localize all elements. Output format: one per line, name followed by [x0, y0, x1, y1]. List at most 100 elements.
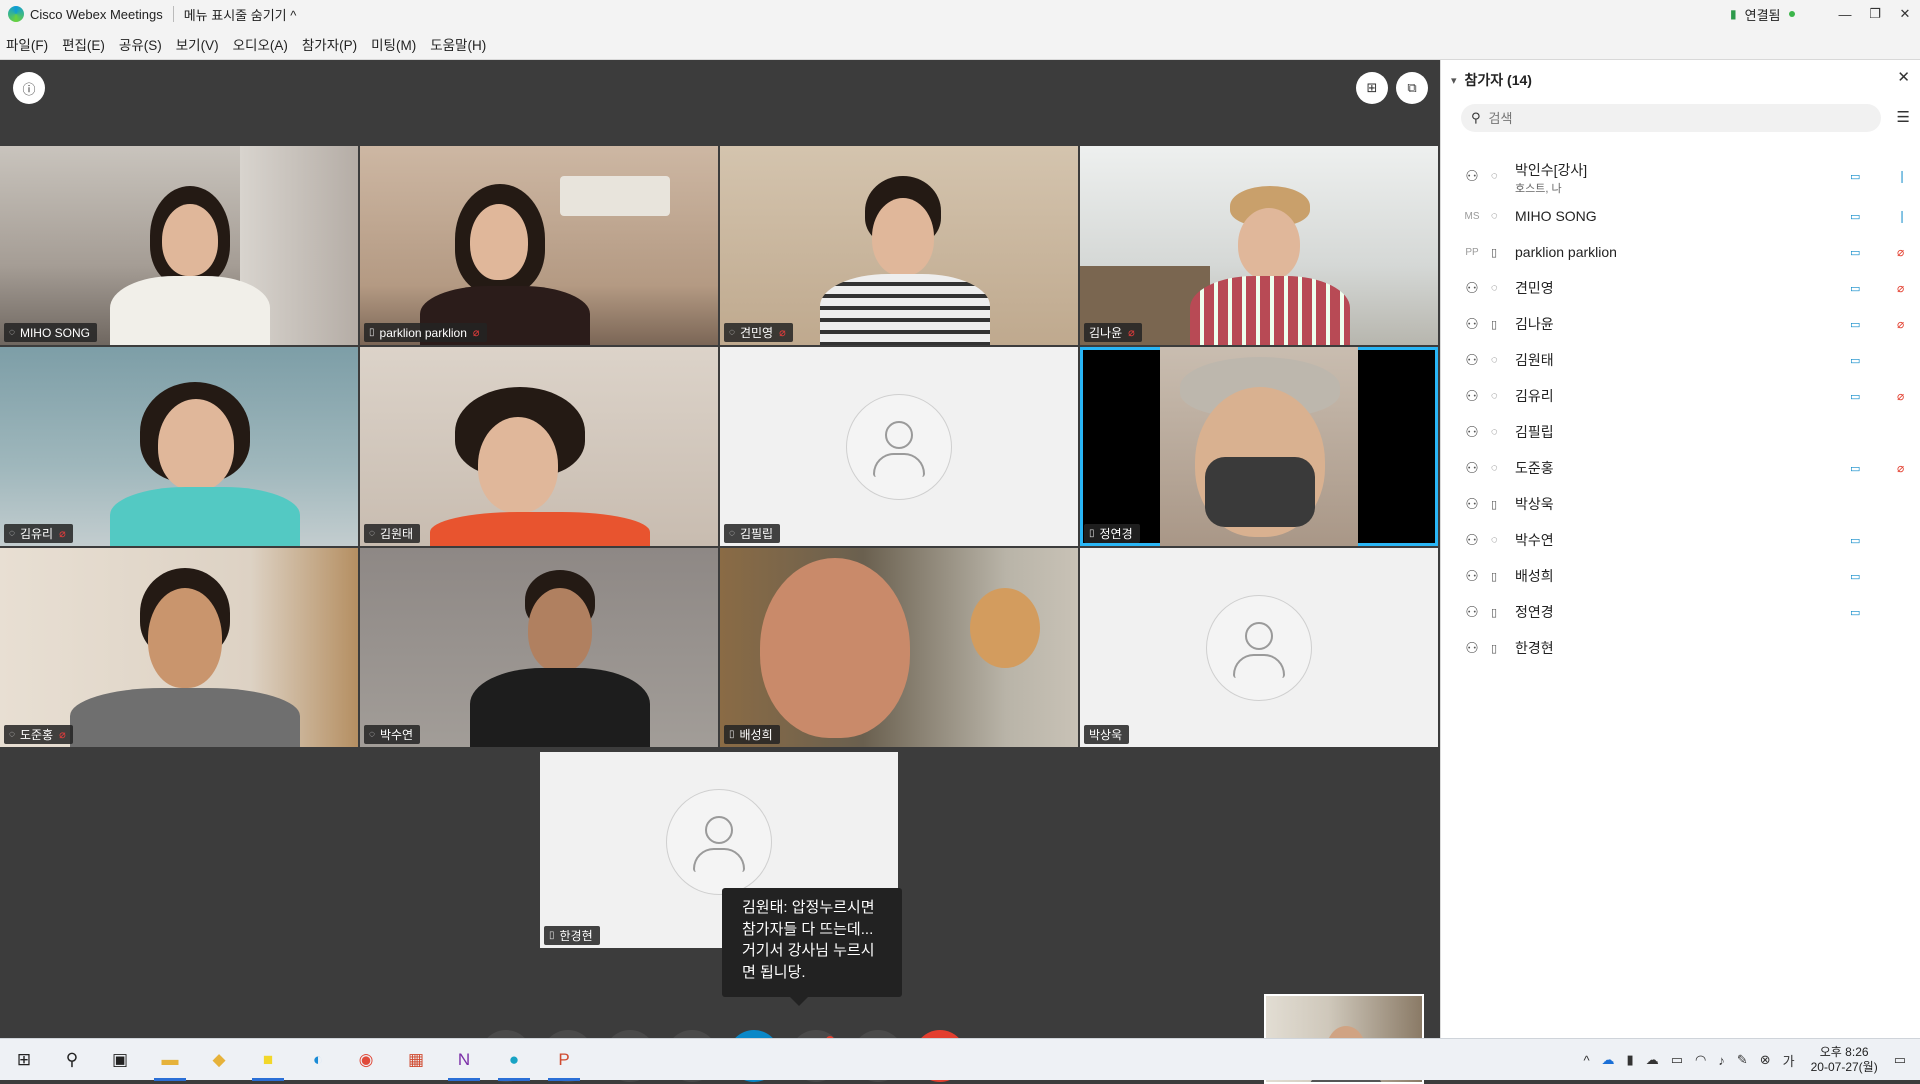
- onenote-icon[interactable]: N: [440, 1039, 488, 1081]
- sticky-notes-icon[interactable]: ■: [244, 1039, 292, 1081]
- sort-icon[interactable]: ☰: [1897, 108, 1910, 126]
- participant-row[interactable]: ⚇ ◌ 박수연 ▭: [1441, 522, 1920, 558]
- wifi-icon[interactable]: ◠: [1695, 1052, 1706, 1068]
- video-tile[interactable]: ▯ parklion parklion ⌀: [360, 146, 718, 345]
- notification-icon[interactable]: ▭: [1894, 1052, 1906, 1068]
- office-app-icon[interactable]: ▦: [392, 1039, 440, 1081]
- volume-icon[interactable]: ♪: [1718, 1053, 1725, 1068]
- participant-name: 박상욱: [1515, 496, 1554, 512]
- popout-icon[interactable]: ⧉: [1396, 72, 1428, 104]
- participant-row[interactable]: ⚇ ▯ 정연경 ▭: [1441, 594, 1920, 630]
- mic-status-icon: ▮: [1730, 7, 1737, 21]
- grid-layout-icon[interactable]: ⊞: [1356, 72, 1388, 104]
- close-window-button[interactable]: ✕: [1890, 0, 1920, 28]
- task-view-icon[interactable]: ▣: [96, 1039, 144, 1081]
- video-tile[interactable]: ◌ 견민영 ⌀: [720, 146, 1078, 345]
- video-tile[interactable]: 박상욱: [1080, 548, 1438, 747]
- search-input[interactable]: [1488, 110, 1849, 126]
- muted-mic-icon[interactable]: ⌀: [1897, 317, 1904, 331]
- menu-participant[interactable]: 참가자(P): [302, 34, 357, 54]
- hide-menu-toggle[interactable]: 메뉴 표시줄 숨기기 ^: [184, 5, 297, 24]
- participant-row[interactable]: ⚇ ▯ 박상욱: [1441, 486, 1920, 522]
- minimize-button[interactable]: —: [1830, 0, 1860, 28]
- powerpoint-icon[interactable]: P: [540, 1039, 588, 1081]
- menu-audio[interactable]: 오디오(A): [233, 34, 288, 54]
- connection-status[interactable]: ▮ 연결됨: [1730, 0, 1795, 28]
- participant-row[interactable]: ⚇ ▯ 한경현: [1441, 630, 1920, 666]
- video-icon: ▭: [1850, 534, 1861, 547]
- video-tile[interactable]: ◌ 도준홍 ⌀: [0, 548, 358, 747]
- close-circle-icon[interactable]: ⊗: [1760, 1052, 1771, 1068]
- video-tile[interactable]: ◌ 김원태: [360, 347, 718, 546]
- start-icon[interactable]: ⊞: [0, 1039, 48, 1081]
- notes-app-icon[interactable]: ◆: [195, 1039, 243, 1081]
- edge-browser-icon[interactable]: ◐: [294, 1039, 342, 1081]
- phone-icon: ▯: [1089, 528, 1095, 539]
- video-tile[interactable]: ▯ 배성희: [720, 548, 1078, 747]
- app-title: Cisco Webex Meetings: [30, 6, 163, 22]
- muted-mic-icon[interactable]: ⌀: [1897, 281, 1904, 295]
- onedrive-icon[interactable]: ☁: [1602, 1052, 1615, 1068]
- mic-icon[interactable]: ❘: [1897, 209, 1907, 223]
- headset-icon: ◌: [1491, 354, 1498, 366]
- participant-row[interactable]: ⚇ ◌ 김유리 ▭ ⌀: [1441, 378, 1920, 414]
- video-tile[interactable]: ◌ 박수연: [360, 548, 718, 747]
- webex-taskbar-icon[interactable]: ●: [490, 1039, 538, 1081]
- participant-row[interactable]: PP ▯ parklion parklion ▭ ⌀: [1441, 234, 1920, 270]
- video-tile[interactable]: ◌ 김필립: [720, 347, 1078, 546]
- participant-row[interactable]: ⚇ ▯ 김나윤 ▭ ⌀: [1441, 306, 1920, 342]
- cloud-icon[interactable]: ☁: [1646, 1052, 1659, 1068]
- file-explorer-icon[interactable]: ▬: [146, 1039, 194, 1081]
- participant-row[interactable]: MS ◌ MIHO SONG ▭ ❘: [1441, 198, 1920, 234]
- video-tile[interactable]: ◌ 김유리 ⌀: [0, 347, 358, 546]
- search-taskbar-icon[interactable]: ⚲: [48, 1039, 96, 1081]
- person-icon: ⚇: [1465, 352, 1479, 369]
- connection-label: 연결됨: [1744, 7, 1781, 23]
- tile-name-tag: ◌ 박수연: [364, 725, 421, 744]
- participant-name: 김유리: [1515, 388, 1554, 404]
- menu-view[interactable]: 보기(V): [176, 34, 219, 54]
- participant-row[interactable]: ⚇ ◌ 김필립: [1441, 414, 1920, 450]
- system-tray: ^ ☁ ▮ ☁ ▭ ◠ ♪ ✎ ⊗ 가 오후 8:26 20-07-27(월) …: [1577, 1039, 1920, 1081]
- participant-row[interactable]: ⚇ ◌ 김원태 ▭: [1441, 342, 1920, 378]
- tile-name: MIHO SONG: [19, 325, 90, 340]
- muted-mic-icon[interactable]: ⌀: [1897, 245, 1904, 259]
- menu-edit[interactable]: 편집(E): [62, 34, 105, 54]
- person-icon: ⚇: [1465, 316, 1479, 333]
- headset-icon: ◌: [369, 528, 375, 539]
- search-box[interactable]: ⚲: [1461, 104, 1881, 132]
- chat-tooltip: 김원태: 압정누르시면 참가자들 다 뜨는데... 거기서 강사님 누르시면 됩…: [722, 888, 902, 1006]
- participant-name: 김필립: [1515, 424, 1554, 440]
- video-tile[interactable]: ▯ 정연경: [1080, 347, 1438, 546]
- participant-row[interactable]: ⚇ ◌ 박인수[강사] 호스트, 나 ▭ ❘: [1441, 154, 1920, 198]
- participant-row[interactable]: ⚇ ◌ 도준홍 ▭ ⌀: [1441, 450, 1920, 486]
- menu-share[interactable]: 공유(S): [119, 34, 162, 54]
- restore-button[interactable]: ❐: [1860, 0, 1890, 28]
- person-icon: ⚇: [1465, 460, 1479, 477]
- close-panel-icon[interactable]: ✕: [1897, 68, 1910, 86]
- mic-icon[interactable]: ❘: [1897, 169, 1907, 183]
- clock[interactable]: 오후 8:26 20-07-27(월): [1811, 1045, 1878, 1075]
- chrome-browser-icon[interactable]: ◉: [342, 1039, 390, 1081]
- muted-mic-icon[interactable]: ⌀: [1897, 461, 1904, 475]
- tray-chevron-icon[interactable]: ^: [1583, 1053, 1589, 1068]
- menu-help[interactable]: 도움말(H): [430, 34, 486, 54]
- menu-file[interactable]: 파일(F): [6, 34, 48, 54]
- participant-name: 정연경: [1515, 604, 1554, 620]
- tile-name: 김나윤: [1089, 326, 1123, 340]
- meeting-info-button[interactable]: ⓘ: [13, 72, 45, 104]
- mic-tray-icon[interactable]: ▮: [1627, 1052, 1634, 1068]
- pen-icon[interactable]: ✎: [1737, 1052, 1748, 1068]
- muted-mic-icon[interactable]: ⌀: [1897, 389, 1904, 403]
- tile-name: 김필립: [739, 527, 774, 541]
- tile-name: 견민영: [739, 326, 774, 340]
- person-icon: ⚇: [1465, 604, 1479, 621]
- participant-row[interactable]: ⚇ ◌ 견민영 ▭ ⌀: [1441, 270, 1920, 306]
- participant-row[interactable]: ⚇ ▯ 배성희 ▭: [1441, 558, 1920, 594]
- ime-icon[interactable]: 가: [1783, 1051, 1795, 1070]
- battery-icon[interactable]: ▭: [1671, 1052, 1683, 1068]
- menu-meeting[interactable]: 미팅(M): [371, 34, 416, 54]
- panel-header[interactable]: ▾ 참가자 (14): [1451, 70, 1532, 90]
- video-tile[interactable]: 김나윤 ⌀: [1080, 146, 1438, 345]
- video-tile[interactable]: ◌ MIHO SONG: [0, 146, 358, 345]
